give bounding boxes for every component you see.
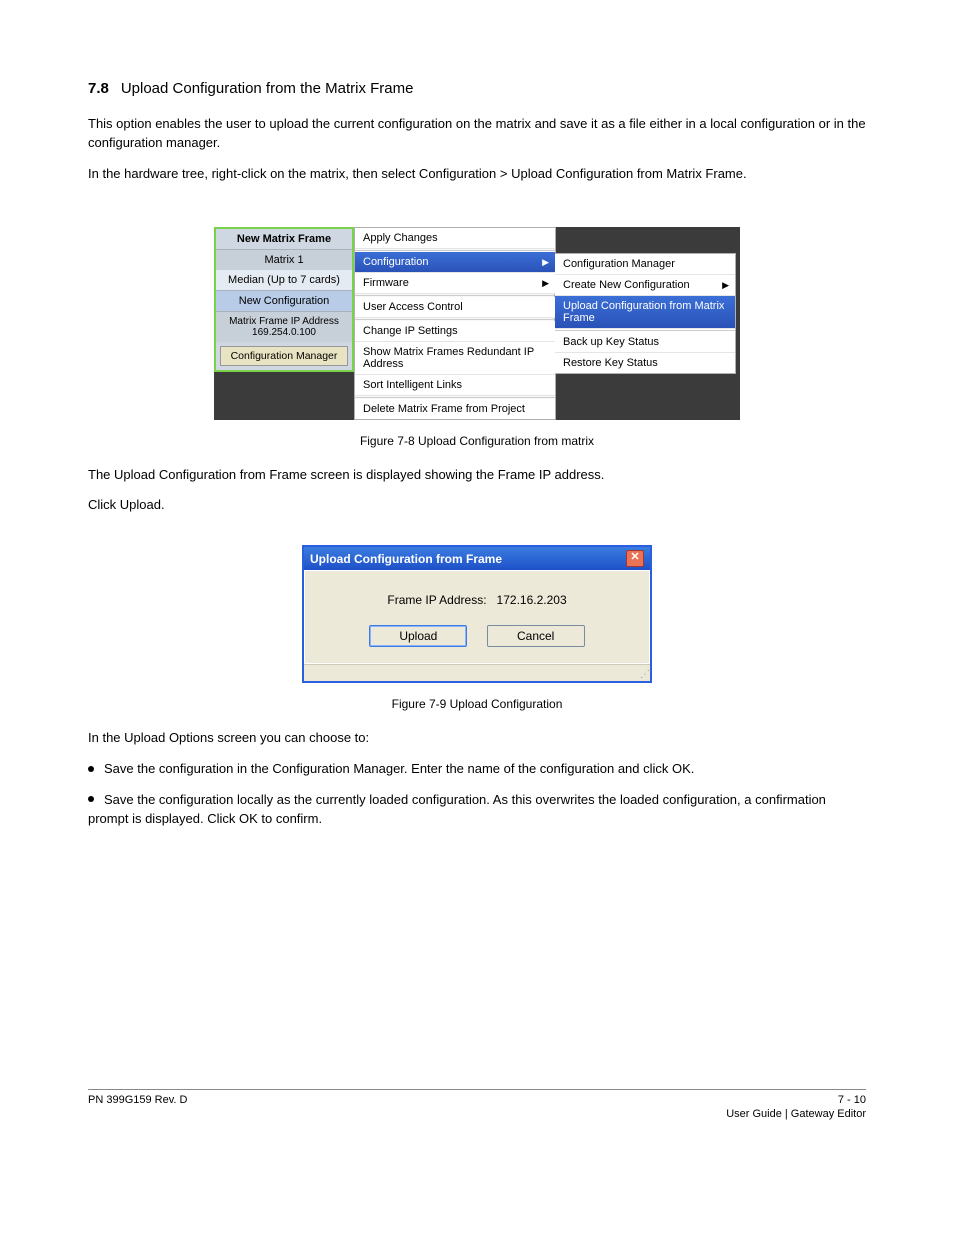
footer-bottom: User Guide | Gateway Editor [88, 1108, 866, 1120]
figure-2: Upload Configuration from Frame ✕ Frame … [88, 545, 866, 711]
menu-item-show-redundant-ip[interactable]: Show Matrix Frames Redundant IP Address [355, 342, 555, 375]
frame-ip-value: 172.16.2.203 [497, 593, 567, 607]
sidebar-item[interactable]: Median (Up to 7 cards) [216, 270, 352, 291]
page-footer: PN 399G159 Rev. D 7 - 10 [88, 1089, 866, 1106]
steps-intro: In the Upload Options screen you can cho… [88, 729, 866, 748]
menu-item-firmware[interactable]: Firmware▶ [355, 273, 555, 294]
submenu-item-upload-config[interactable]: Upload Configuration from Matrix Frame [555, 296, 735, 329]
submenu-item-backup-key[interactable]: Back up Key Status [555, 332, 735, 353]
submenu-item-create-new[interactable]: Create New Configuration▶ [555, 275, 735, 296]
sidebar-panel: New Matrix Frame Matrix 1 Median (Up to … [214, 227, 354, 372]
mid-para-2: Click Upload. [88, 496, 866, 515]
footer-right: 7 - 10 [838, 1094, 866, 1106]
figure-1: New Matrix Frame Matrix 1 Median (Up to … [88, 224, 866, 448]
footer-left: PN 399G159 Rev. D [88, 1094, 187, 1106]
dialog-titlebar: Upload Configuration from Frame ✕ [304, 547, 650, 570]
figure-2-caption: Figure 7-9 Upload Configuration [88, 697, 866, 711]
section-title: Upload Configuration from the Matrix Fra… [112, 80, 413, 97]
submenu-item-config-manager[interactable]: Configuration Manager [555, 254, 735, 275]
intro-para-1: This option enables the user to upload t… [88, 115, 866, 153]
chevron-right-icon: ▶ [542, 257, 549, 268]
intro-para-2: In the hardware tree, right-click on the… [88, 165, 866, 184]
section-number: 7.8 [88, 80, 109, 97]
sidebar-header: New Matrix Frame [216, 229, 352, 250]
frame-ip-row: Frame IP Address: 172.16.2.203 [319, 593, 635, 607]
context-menu: Apply Changes Configuration▶ Firmware▶ U… [354, 227, 556, 420]
sidebar-item-selected[interactable]: New Configuration [216, 291, 352, 312]
cancel-button[interactable]: Cancel [487, 625, 585, 647]
menu-item-user-access-control[interactable]: User Access Control [355, 297, 555, 318]
step-option-1: Save the configuration in the Configurat… [88, 760, 866, 779]
menu-item-change-ip[interactable]: Change IP Settings [355, 321, 555, 342]
step-option-2: Save the configuration locally as the cu… [88, 791, 866, 829]
dialog-statusbar: ⋰ [304, 664, 650, 681]
chevron-right-icon: ▶ [542, 278, 549, 289]
figure-1-caption: Figure 7-8 Upload Configuration from mat… [88, 434, 866, 448]
dialog-title-text: Upload Configuration from Frame [310, 552, 502, 566]
submenu-item-restore-key[interactable]: Restore Key Status [555, 353, 735, 373]
mid-para-1: The Upload Configuration from Frame scre… [88, 466, 866, 485]
chevron-right-icon: ▶ [722, 280, 729, 291]
menu-item-apply-changes[interactable]: Apply Changes [355, 228, 555, 249]
menu-item-sort-links[interactable]: Sort Intelligent Links [355, 375, 555, 396]
menu-item-delete-frame[interactable]: Delete Matrix Frame from Project [355, 399, 555, 419]
sidebar-ip-address: Matrix Frame IP Address169.254.0.100 [216, 312, 352, 342]
sidebar-item[interactable]: Matrix 1 [216, 250, 352, 270]
submenu-configuration: Configuration Manager Create New Configu… [554, 253, 736, 374]
configuration-manager-button[interactable]: Configuration Manager [220, 346, 348, 366]
close-icon[interactable]: ✕ [626, 550, 644, 567]
menu-item-configuration[interactable]: Configuration▶ [355, 252, 555, 273]
upload-button[interactable]: Upload [369, 625, 467, 647]
resize-grip-icon[interactable]: ⋰ [640, 669, 648, 680]
